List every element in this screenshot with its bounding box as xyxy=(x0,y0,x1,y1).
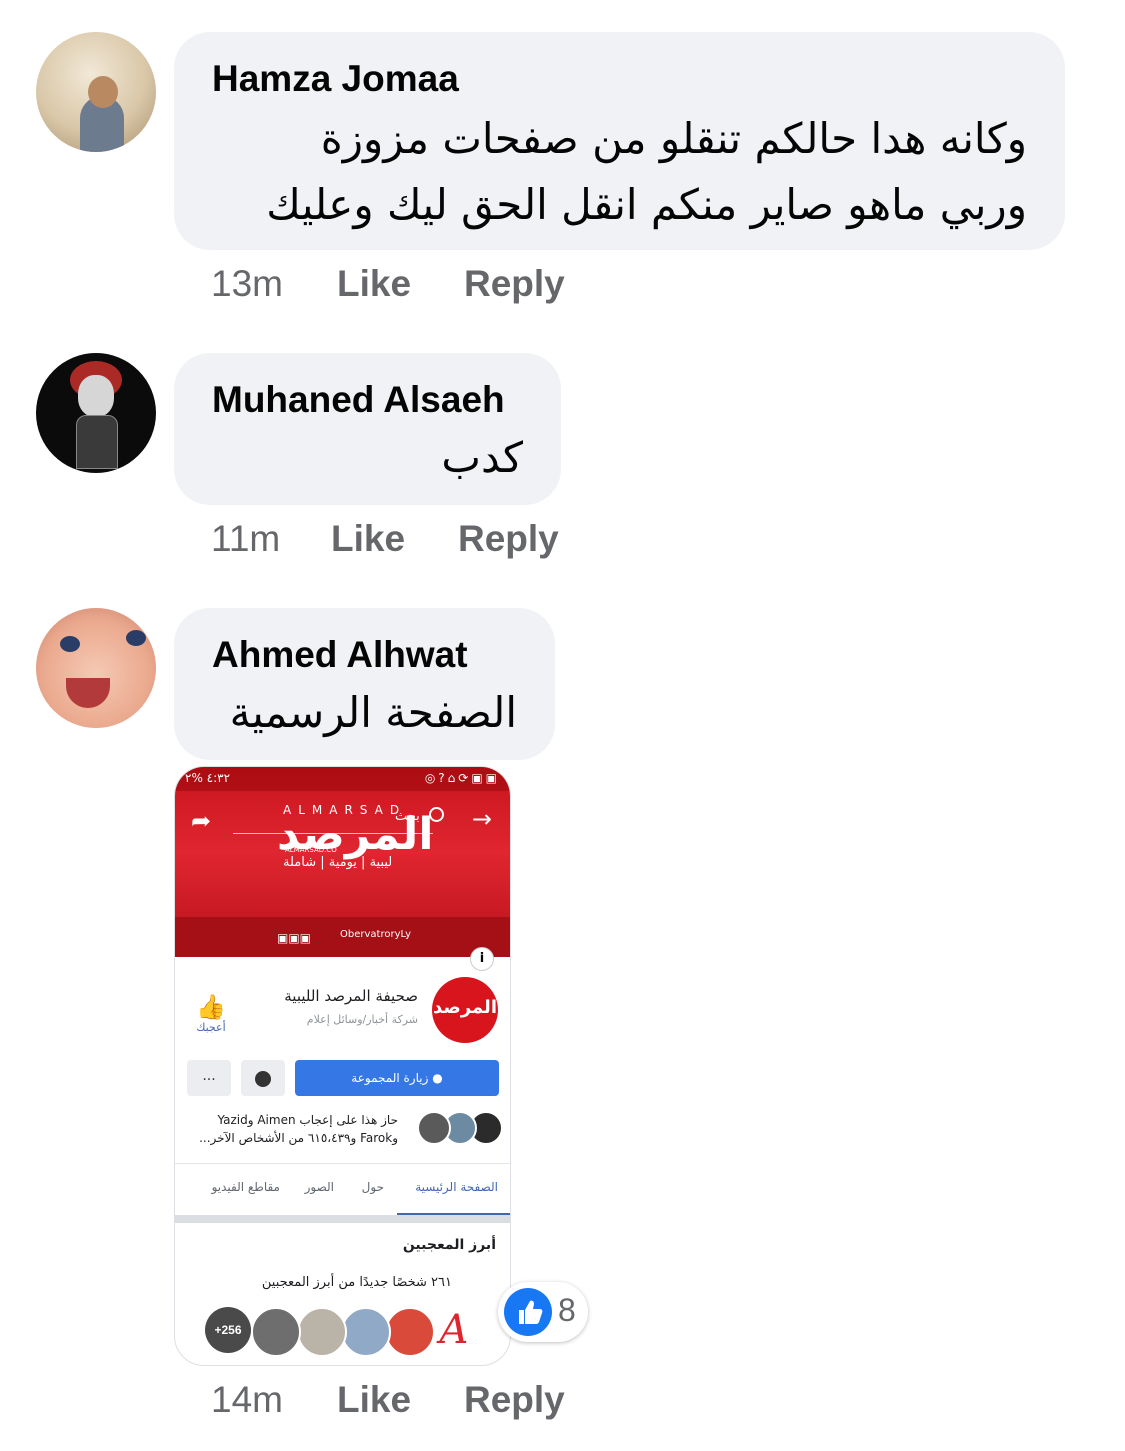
group-icon: ● xyxy=(432,1071,443,1085)
avatar-mouth xyxy=(66,678,110,708)
page-category: شركة أخبار/وسائل إعلام xyxy=(306,1013,418,1026)
reaction-summary[interactable]: 8 xyxy=(498,1282,588,1342)
tab-home[interactable]: الصفحة الرئيسية xyxy=(415,1180,498,1194)
comment-bubble[interactable]: Ahmed Alhwat الصفحة الرسمية xyxy=(174,608,555,760)
reply-button[interactable]: Reply xyxy=(464,263,565,305)
avatar-face xyxy=(78,375,114,417)
comment-bubble[interactable]: Hamza Jomaa وكانه هدا حالكم تنقلو من صفح… xyxy=(174,32,1065,250)
info-icon[interactable]: i xyxy=(470,947,494,971)
social-icons: ▣▣▣ xyxy=(277,931,312,945)
reaction-count: 8 xyxy=(558,1292,576,1328)
top-fans-subtitle: ٢٦١ شخصًا جديدًا من أبرز المعجبين xyxy=(261,1275,452,1290)
like-button[interactable]: Like xyxy=(331,518,405,560)
more-fans-count[interactable]: +256 xyxy=(205,1307,251,1353)
avatar-ahmed-alhwat[interactable] xyxy=(36,608,156,728)
page-logo-text: المرصد xyxy=(433,997,497,1018)
comment-timestamp[interactable]: 14m xyxy=(211,1379,283,1421)
comment-text-line: كدب xyxy=(441,433,523,482)
like-button[interactable]: Like xyxy=(337,1379,411,1421)
section-divider xyxy=(175,1215,510,1223)
more-options-button[interactable]: ... xyxy=(187,1060,231,1096)
comment-timestamp[interactable]: 13m xyxy=(211,263,283,305)
page-logo: المرصد xyxy=(432,977,498,1043)
tab-photos[interactable]: الصور xyxy=(305,1180,334,1194)
fan-avatar xyxy=(385,1307,435,1357)
reply-button[interactable]: Reply xyxy=(464,1379,565,1421)
comment-text-line: وربي ماهو صاير منكم انقل الحق ليك وعليك xyxy=(266,180,1027,229)
page-name[interactable]: صحيفة المرصد الليبية xyxy=(284,987,418,1005)
comment-bubble[interactable]: Muhaned Alsaeh كدب xyxy=(174,353,561,505)
friend-avatar xyxy=(417,1111,451,1145)
visit-group-button[interactable]: ● زيارة المجموعة xyxy=(295,1060,499,1096)
tab-about[interactable]: حول xyxy=(362,1180,384,1194)
page-tabs: الصفحة الرئيسية حول الصور مقاطع الفيديو xyxy=(175,1163,510,1214)
thumbs-up-icon xyxy=(504,1288,552,1336)
fan-avatar xyxy=(251,1307,301,1357)
comment-text-line: وكانه هدا حالكم تنقلو من صفحات مزوزة xyxy=(320,114,1027,163)
friends-line: وFarok و٦١٥،٤٣٩ من الأشخاص الآخر... xyxy=(199,1131,398,1145)
friends-like-text: حاز هذا على إعجاب Aimen وYazid وFarok و٦… xyxy=(199,1111,398,1147)
comment-timestamp[interactable]: 11m xyxy=(211,518,280,560)
comment-author[interactable]: Hamza Jomaa xyxy=(212,58,459,100)
brand-tagline: ليبية | يومية | شاملة xyxy=(283,855,393,870)
cover-photo: ٤:٣٢ %٢ ◎?⌂⟳▣▣ ➦ → بحث ALMARSAD المرصد A… xyxy=(175,767,510,957)
comment-author[interactable]: Ahmed Alhwat xyxy=(212,634,468,676)
brand-social-handle: ObervatroryLy xyxy=(340,929,412,940)
comment-attachment-image[interactable]: ٤:٣٢ %٢ ◎?⌂⟳▣▣ ➦ → بحث ALMARSAD المرصد A… xyxy=(174,766,511,1366)
comment-author[interactable]: Muhaned Alsaeh xyxy=(212,379,505,421)
like-button[interactable]: Like xyxy=(337,263,411,305)
tab-videos[interactable]: مقاطع الفيديو xyxy=(212,1180,280,1194)
fan-avatar: A xyxy=(431,1307,477,1353)
share-icon[interactable]: ➦ xyxy=(191,807,211,835)
brand-site: ALMARSAD.CO xyxy=(285,846,337,854)
status-time: ٤:٣٢ %٢ xyxy=(185,771,231,785)
page-like-label: أعجبك xyxy=(196,1021,226,1034)
avatar-body xyxy=(76,415,118,469)
avatar-muhaned-alsaeh[interactable] xyxy=(36,353,156,473)
messenger-button[interactable] xyxy=(241,1060,285,1096)
status-icons: ◎?⌂⟳▣▣ xyxy=(424,771,500,785)
forward-arrow-icon[interactable]: → xyxy=(472,805,492,833)
messenger-icon xyxy=(255,1070,271,1087)
thumbs-up-glyph xyxy=(519,1300,543,1324)
top-fans-title: أبرز المعجبين xyxy=(402,1237,496,1253)
reply-button[interactable]: Reply xyxy=(458,518,559,560)
avatar-eye xyxy=(60,636,80,652)
comment-text-line: الصفحة الرسمية xyxy=(229,688,517,737)
thumbs-up-icon: 👍 xyxy=(196,993,226,1021)
visit-group-label: زيارة المجموعة xyxy=(351,1071,429,1085)
avatar-face xyxy=(88,76,118,108)
avatar-eye xyxy=(126,630,146,646)
friends-line: حاز هذا على إعجاب Aimen وYazid xyxy=(217,1113,398,1127)
fan-avatar xyxy=(297,1307,347,1357)
avatar-hamza-jomaa[interactable] xyxy=(36,32,156,152)
fan-avatar xyxy=(341,1307,391,1357)
page-like-button[interactable]: 👍 أعجبك xyxy=(193,993,229,1034)
